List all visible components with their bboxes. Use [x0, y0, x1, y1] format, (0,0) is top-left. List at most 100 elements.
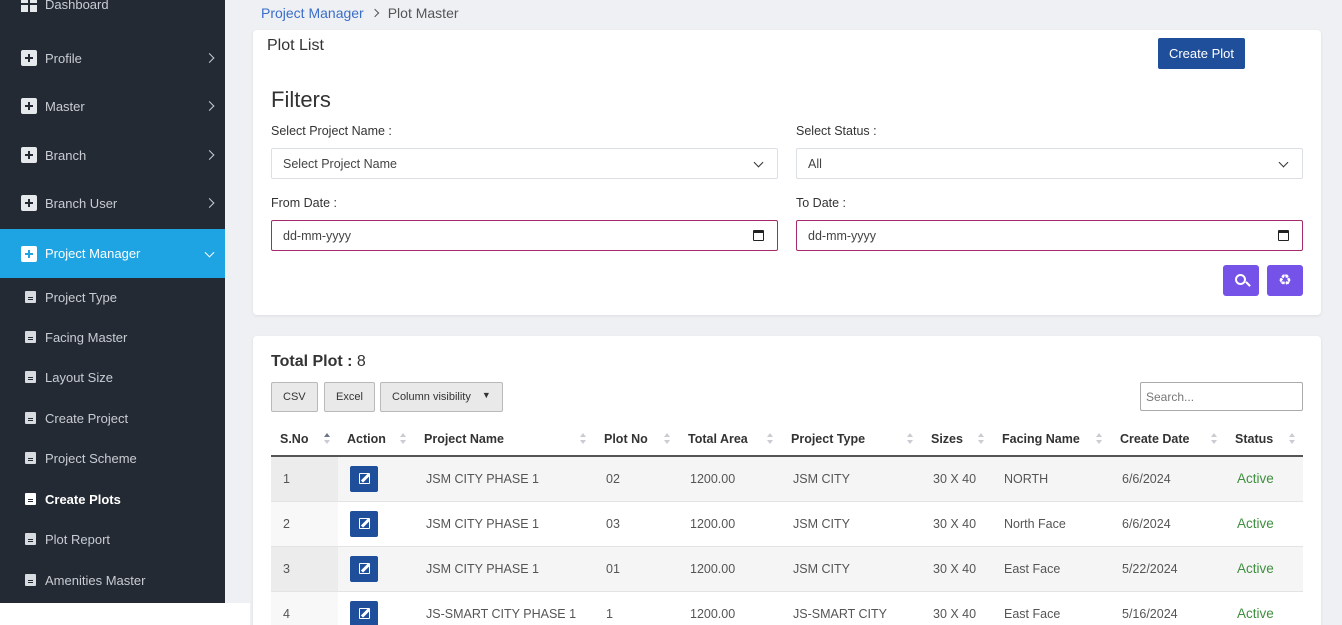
column-header-label: Action	[347, 431, 386, 446]
sidebar-subitem-project-scheme[interactable]: Project Scheme	[0, 439, 225, 477]
edit-button[interactable]	[350, 600, 378, 625]
column-header-action[interactable]: Action	[338, 422, 414, 457]
cell-total-area: 1200.00	[678, 591, 781, 625]
column-header-label: Project Type	[791, 431, 866, 446]
sidebar-item-label: Master	[45, 98, 85, 114]
sort-icon	[1289, 433, 1295, 445]
excel-button[interactable]: Excel	[324, 382, 375, 412]
total-plot-count: Total Plot : 8	[271, 353, 366, 371]
cell-total-area: 1200.00	[678, 501, 781, 547]
column-header-plot-no[interactable]: Plot No	[594, 422, 678, 457]
cell-plot-no: 1	[594, 591, 678, 625]
from-date-input[interactable]: dd-mm-yyyy	[271, 220, 778, 251]
status-label: Select Status :	[796, 124, 877, 138]
caret-down-icon: ▼	[481, 389, 491, 400]
cell-total-area: 1200.00	[678, 546, 781, 592]
column-header-project-name[interactable]: Project Name	[414, 422, 594, 457]
sidebar-item-dashboard[interactable]: Dashboard	[0, 0, 225, 17]
search-icon	[1234, 274, 1246, 285]
plot-table-card: Total Plot : 8 CSV Excel Column visibili…	[253, 336, 1321, 625]
csv-button-label: CSV	[283, 391, 306, 403]
document-icon	[25, 331, 36, 343]
column-header-status[interactable]: Status	[1225, 422, 1303, 457]
cell-action	[338, 501, 414, 547]
status-select[interactable]: All	[796, 148, 1303, 179]
cell-action	[338, 456, 414, 502]
column-header-label: Plot No	[604, 431, 648, 446]
sidebar-subitem-label: Project Type	[45, 289, 118, 305]
doc-plus-icon	[21, 195, 37, 211]
document-icon	[25, 574, 36, 586]
breadcrumb: Project Manager Plot Master	[261, 5, 459, 21]
plot-list-card: Plot List Create Plot Filters Select Pro…	[253, 30, 1321, 315]
plot-table: S.No Action Project Name Plot No Total A…	[271, 422, 1303, 625]
sidebar-subitem-project-type[interactable]: Project Type	[0, 278, 225, 316]
breadcrumb-current: Plot Master	[387, 5, 459, 21]
chevron-right-icon	[204, 150, 215, 160]
chevron-down-icon	[753, 157, 764, 168]
dashboard-icon	[21, 0, 37, 12]
status-badge: Active	[1225, 546, 1303, 592]
to-date-input[interactable]: dd-mm-yyyy	[796, 220, 1303, 251]
cell-project-name: JSM CITY PHASE 1	[414, 546, 594, 592]
page-title: Plot List	[267, 37, 324, 54]
sidebar-subitem-label: Layout Size	[45, 369, 113, 385]
cell-date: 6/6/2024	[1110, 456, 1225, 502]
cell-sno: 1	[271, 456, 338, 502]
chevron-down-icon	[204, 247, 215, 258]
cell-total-area: 1200.00	[678, 456, 781, 502]
column-header-total-area[interactable]: Total Area	[678, 422, 781, 457]
sidebar-item-profile[interactable]: Profile	[0, 34, 225, 82]
document-icon	[25, 452, 36, 464]
create-plot-button[interactable]: Create Plot	[1158, 38, 1245, 69]
table-row: 3 JSM CITY PHASE 1 01 1200.00 JSM CITY 3…	[271, 546, 1303, 592]
cell-action	[338, 546, 414, 592]
recycle-icon: ♻	[1278, 271, 1292, 289]
column-header-facing-name[interactable]: Facing Name	[992, 422, 1110, 457]
reset-button[interactable]: ♻	[1267, 265, 1303, 296]
calendar-icon[interactable]	[1278, 230, 1289, 241]
total-plot-label: Total Plot :	[271, 353, 353, 370]
column-header-project-type[interactable]: Project Type	[781, 422, 921, 457]
sidebar-item-project-manager[interactable]: Project Manager	[0, 229, 225, 278]
sidebar-subitem-layout-size[interactable]: Layout Size	[0, 358, 225, 396]
calendar-icon[interactable]	[753, 230, 764, 241]
cell-sizes: 30 X 40	[921, 501, 992, 547]
sidebar-item-branch[interactable]: Branch	[0, 131, 225, 179]
csv-button[interactable]: CSV	[271, 382, 318, 412]
sidebar-subitem-label: Project Scheme	[45, 450, 137, 466]
status-badge: Active	[1225, 456, 1303, 502]
sidebar-subitem-create-plots[interactable]: Create Plots	[0, 480, 225, 518]
sidebar-item-master[interactable]: Master	[0, 82, 225, 130]
sidebar-subitem-create-project[interactable]: Create Project	[0, 399, 225, 437]
column-visibility-button[interactable]: Column visibility ▼	[380, 382, 503, 412]
project-name-select[interactable]: Select Project Name	[271, 148, 778, 179]
chevron-right-icon	[204, 53, 215, 63]
cell-project-name: JSM CITY PHASE 1	[414, 501, 594, 547]
column-header-label: Facing Name	[1002, 431, 1080, 446]
table-row: 4 JS-SMART CITY PHASE 1 1 1200.00 JS-SMA…	[271, 591, 1303, 625]
sidebar-subitem-amenities-master[interactable]: Amenities Master	[0, 561, 225, 599]
edit-button[interactable]	[350, 465, 378, 492]
column-header-create-date[interactable]: Create Date	[1110, 422, 1225, 457]
search-button[interactable]	[1223, 265, 1259, 296]
edit-button[interactable]	[350, 555, 378, 582]
column-header-sno[interactable]: S.No	[271, 422, 338, 457]
cell-plot-no: 03	[594, 501, 678, 547]
sort-icon	[664, 433, 670, 445]
breadcrumb-link-project-manager[interactable]: Project Manager	[261, 5, 364, 21]
sidebar-item-label: Branch	[45, 147, 87, 163]
edit-button[interactable]	[350, 510, 378, 537]
sidebar-subitem-facing-master[interactable]: Facing Master	[0, 318, 225, 356]
sidebar-subitem-label: Create Plots	[45, 491, 121, 507]
sidebar-item-branch-user[interactable]: Branch User	[0, 179, 225, 227]
chevron-right-icon	[370, 8, 379, 18]
table-search-input[interactable]: Search...	[1140, 382, 1303, 411]
to-date-label: To Date :	[796, 196, 847, 210]
column-header-sizes[interactable]: Sizes	[921, 422, 992, 457]
project-name-label: Select Project Name :	[271, 124, 392, 138]
table-row: 1 JSM CITY PHASE 1 02 1200.00 JSM CITY 3…	[271, 456, 1303, 502]
cell-sno: 3	[271, 546, 338, 592]
cell-project-name: JS-SMART CITY PHASE 1	[414, 591, 594, 625]
sidebar-subitem-plot-report[interactable]: Plot Report	[0, 520, 225, 558]
